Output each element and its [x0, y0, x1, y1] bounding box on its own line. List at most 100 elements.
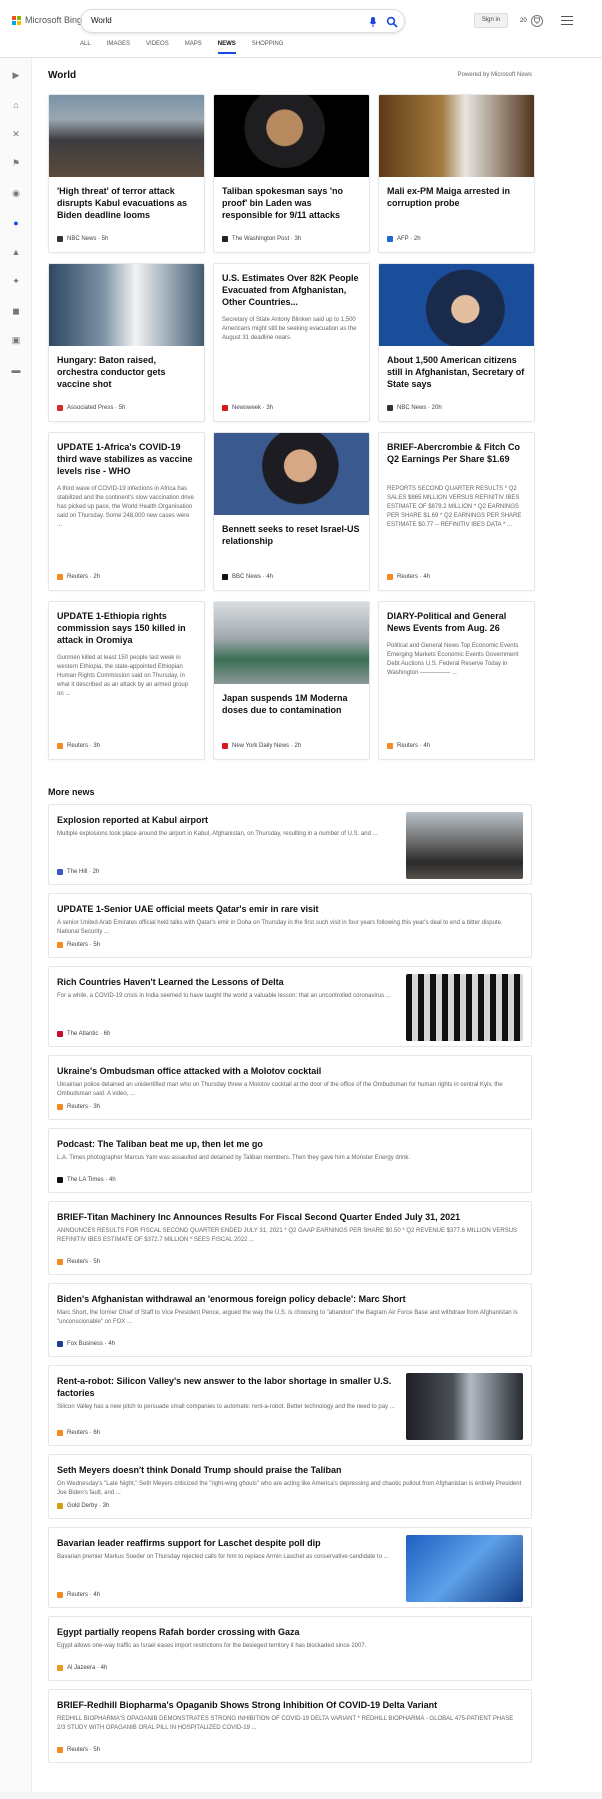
card-source[interactable]: NBC News · 5h	[57, 236, 108, 242]
news-card[interactable]: Mali ex-PM Maiga arrested in corruption …	[378, 94, 535, 253]
news-card[interactable]: Bennett seeks to reset Israel-US relatio…	[213, 432, 370, 591]
more-news-item[interactable]: Ukraine's Ombudsman office attacked with…	[48, 1055, 532, 1120]
card-source[interactable]: Reuters · 4h	[387, 574, 430, 580]
more-news-title[interactable]: Bavarian leader reaffirms support for La…	[57, 1537, 407, 1549]
more-news-source[interactable]: Gold Derby · 3h	[57, 1503, 109, 1509]
entertainment-icon[interactable]: ▣	[9, 334, 23, 348]
tab-news[interactable]: NEWS	[217, 41, 236, 54]
more-news-source[interactable]: The Hill · 2h	[57, 869, 99, 875]
home-icon[interactable]: ⌂	[9, 98, 23, 112]
more-news-title[interactable]: Egypt partially reopens Rafah border cro…	[57, 1626, 523, 1638]
hamburger-menu-icon[interactable]	[561, 16, 573, 26]
more-news-item[interactable]: BRIEF-Titan Machinery Inc Announces Resu…	[48, 1201, 532, 1275]
search-icon[interactable]	[386, 16, 398, 28]
news-card[interactable]: About 1,500 American citizens still in A…	[378, 263, 535, 422]
more-news-item[interactable]: Rich Countries Haven't Learned the Lesso…	[48, 966, 532, 1047]
more-news-source[interactable]: Reuters · 5h	[57, 942, 100, 948]
more-news-source[interactable]: Fox Business · 4h	[57, 1341, 115, 1347]
more-news-item[interactable]: Egypt partially reopens Rafah border cro…	[48, 1616, 532, 1681]
news-card[interactable]: U.S. Estimates Over 82K People Evacuated…	[213, 263, 370, 422]
more-news-source[interactable]: Reuters · 3h	[57, 1104, 100, 1110]
more-news-title[interactable]: Rent-a-robot: Silicon Valley's new answe…	[57, 1375, 407, 1399]
news-card[interactable]: UPDATE 1-Africa's COVID-19 third wave st…	[48, 432, 205, 591]
card-source[interactable]: Newsweek · 3h	[222, 405, 273, 411]
news-image[interactable]	[49, 264, 204, 346]
microphone-icon[interactable]	[368, 16, 378, 28]
more-news-source[interactable]: Reuters · 5h	[57, 1747, 100, 1753]
news-card[interactable]: Taliban spokesman says 'no proof' bin La…	[213, 94, 370, 253]
location-icon[interactable]: ◉	[9, 186, 23, 200]
random-icon[interactable]: ✕	[9, 127, 23, 141]
news-image[interactable]	[406, 1373, 523, 1440]
card-title[interactable]: About 1,500 American citizens still in A…	[387, 354, 525, 390]
more-news-title[interactable]: Rich Countries Haven't Learned the Lesso…	[57, 976, 407, 988]
money-icon[interactable]: ▬	[9, 363, 23, 377]
more-news-title[interactable]: Biden's Afghanistan withdrawal an 'enorm…	[57, 1293, 523, 1305]
card-source[interactable]: BBC News · 4h	[222, 574, 273, 580]
card-source[interactable]: Associated Press · 5h	[57, 405, 125, 411]
search-box[interactable]: World	[80, 9, 405, 33]
news-image[interactable]	[406, 812, 523, 879]
news-card[interactable]: DIARY-Political and General News Events …	[378, 601, 535, 760]
science-icon[interactable]: ✦	[9, 275, 23, 289]
bing-logo[interactable]: Microsoft Bing	[12, 15, 82, 25]
card-source[interactable]: The Washington Post · 3h	[222, 236, 301, 242]
news-image[interactable]	[406, 1535, 523, 1602]
card-title[interactable]: BRIEF-Abercrombie & Fitch Co Q2 Earnings…	[387, 441, 525, 465]
more-news-item[interactable]: Seth Meyers doesn't think Donald Trump s…	[48, 1454, 532, 1519]
more-news-title[interactable]: BRIEF-Redhill Biopharma's Opaganib Shows…	[57, 1699, 523, 1711]
more-news-item[interactable]: Podcast: The Taliban beat me up, then le…	[48, 1128, 532, 1193]
news-image[interactable]	[214, 602, 369, 684]
rewards-button[interactable]: 20	[520, 15, 543, 27]
more-news-source[interactable]: Reuters · 4h	[57, 1592, 100, 1598]
toggle-icon[interactable]: ▶	[9, 68, 23, 82]
card-title[interactable]: Taliban spokesman says 'no proof' bin La…	[222, 185, 360, 221]
card-title[interactable]: UPDATE 1-Ethiopia rights commission says…	[57, 610, 195, 646]
sports-icon[interactable]: ◼	[9, 304, 23, 318]
card-source[interactable]: Reuters · 4h	[387, 743, 430, 749]
more-news-source[interactable]: The Atlantic · 6h	[57, 1031, 110, 1037]
more-news-item[interactable]: Biden's Afghanistan withdrawal an 'enorm…	[48, 1283, 532, 1357]
card-title[interactable]: Mali ex-PM Maiga arrested in corruption …	[387, 185, 525, 209]
tab-videos[interactable]: VIDEOS	[146, 41, 169, 54]
tab-shopping[interactable]: SHOPPING	[252, 41, 284, 54]
news-image[interactable]	[379, 264, 534, 346]
business-icon[interactable]: ▲	[9, 245, 23, 259]
more-news-item[interactable]: UPDATE 1-Senior UAE official meets Qatar…	[48, 893, 532, 958]
news-card[interactable]: Hungary: Baton raised, orchestra conduct…	[48, 263, 205, 422]
card-source[interactable]: New York Daily News · 2h	[222, 743, 301, 749]
globe-icon[interactable]: ●	[9, 216, 23, 230]
news-image[interactable]	[214, 95, 369, 177]
news-card[interactable]: Japan suspends 1M Moderna doses due to c…	[213, 601, 370, 760]
card-title[interactable]: Bennett seeks to reset Israel-US relatio…	[222, 523, 360, 547]
sign-in-button[interactable]: Sign in	[474, 13, 508, 28]
more-news-item[interactable]: BRIEF-Redhill Biopharma's Opaganib Shows…	[48, 1689, 532, 1763]
more-news-title[interactable]: BRIEF-Titan Machinery Inc Announces Resu…	[57, 1211, 523, 1223]
news-card[interactable]: UPDATE 1-Ethiopia rights commission says…	[48, 601, 205, 760]
news-card[interactable]: 'High threat' of terror attack disrupts …	[48, 94, 205, 253]
tab-all[interactable]: ALL	[80, 41, 91, 54]
more-news-source[interactable]: Al Jazeera · 4h	[57, 1665, 107, 1671]
card-title[interactable]: 'High threat' of terror attack disrupts …	[57, 185, 195, 221]
news-image[interactable]	[49, 95, 204, 177]
more-news-title[interactable]: Ukraine's Ombudsman office attacked with…	[57, 1065, 523, 1077]
news-image[interactable]	[406, 974, 523, 1041]
more-news-item[interactable]: Bavarian leader reaffirms support for La…	[48, 1527, 532, 1608]
card-title[interactable]: U.S. Estimates Over 82K People Evacuated…	[222, 272, 360, 308]
news-image[interactable]	[379, 95, 534, 177]
card-source[interactable]: AFP · 2h	[387, 236, 421, 242]
more-news-item[interactable]: Rent-a-robot: Silicon Valley's new answe…	[48, 1365, 532, 1446]
more-news-title[interactable]: UPDATE 1-Senior UAE official meets Qatar…	[57, 903, 523, 915]
search-input[interactable]: World	[91, 16, 112, 25]
card-source[interactable]: Reuters · 3h	[57, 743, 100, 749]
tab-images[interactable]: IMAGES	[107, 41, 130, 54]
flag-icon[interactable]: ⚑	[9, 157, 23, 171]
more-news-source[interactable]: The LA Times · 4h	[57, 1177, 116, 1183]
more-news-title[interactable]: Seth Meyers doesn't think Donald Trump s…	[57, 1464, 523, 1476]
more-news-title[interactable]: Explosion reported at Kabul airport	[57, 814, 407, 826]
card-title[interactable]: Japan suspends 1M Moderna doses due to c…	[222, 692, 360, 716]
more-news-item[interactable]: Explosion reported at Kabul airport Multi…	[48, 804, 532, 885]
tab-maps[interactable]: MAPS	[185, 41, 202, 54]
news-image[interactable]	[214, 433, 369, 515]
more-news-title[interactable]: Podcast: The Taliban beat me up, then le…	[57, 1138, 523, 1150]
